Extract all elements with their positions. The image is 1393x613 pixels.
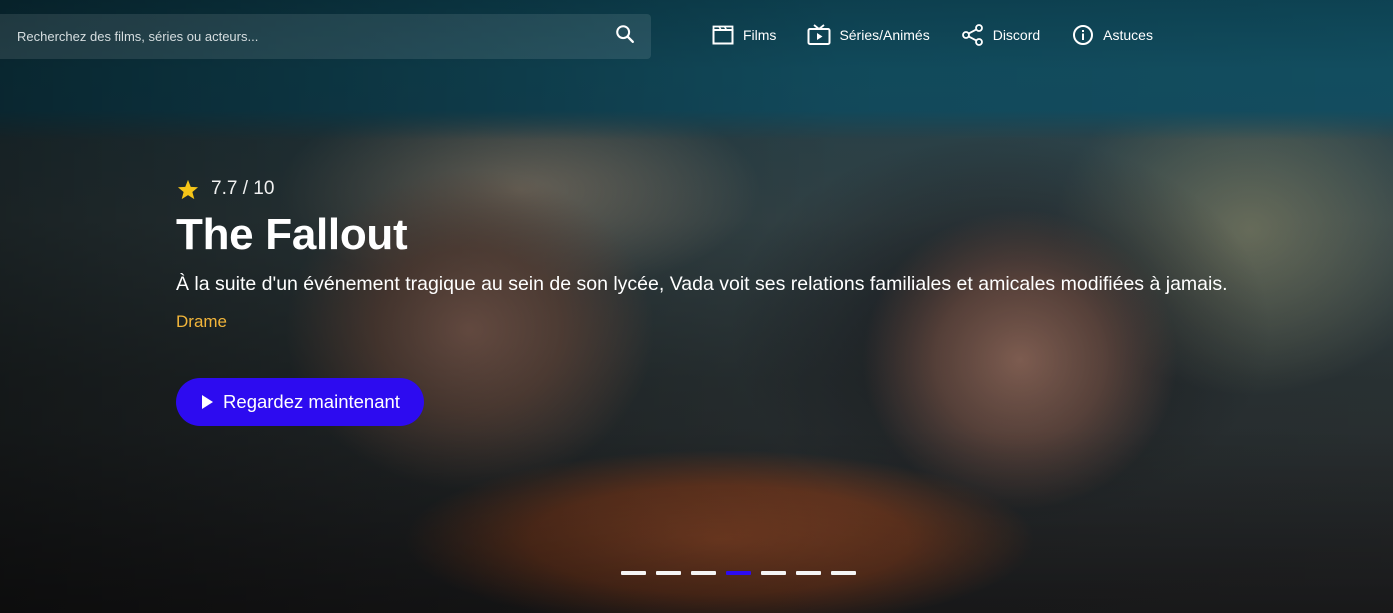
carousel-indicators <box>621 571 866 575</box>
carousel-dot[interactable] <box>796 571 821 575</box>
nav-label: Films <box>743 27 777 43</box>
play-icon <box>200 394 214 410</box>
star-icon <box>177 179 199 200</box>
rating-value: 7.7 / 10 <box>211 178 275 199</box>
movie-genre[interactable]: Drame <box>176 312 227 332</box>
rating: 7.7 / 10 <box>177 178 274 200</box>
search-icon <box>614 23 636 50</box>
watch-now-button[interactable]: Regardez maintenant <box>176 378 424 426</box>
nav-item-astuces[interactable]: Astuces <box>1071 23 1153 47</box>
nav-item-films[interactable]: Films <box>711 23 776 47</box>
film-clapper-icon <box>711 23 735 47</box>
search-input[interactable] <box>0 14 603 59</box>
nav-label: Séries/Animés <box>839 27 930 43</box>
info-icon <box>1071 23 1095 47</box>
carousel-dot[interactable] <box>831 571 856 575</box>
hero-banner: Films Séries/Animés Discord Astuces 7.7 … <box>0 0 1393 613</box>
nav-item-series[interactable]: Séries/Animés <box>807 23 930 47</box>
movie-title: The Fallout <box>176 210 408 259</box>
watch-now-label: Regardez maintenant <box>223 391 400 412</box>
movie-synopsis: À la suite d'un événement tragique au se… <box>176 273 1228 295</box>
carousel-dot[interactable] <box>656 571 681 575</box>
carousel-dot[interactable] <box>761 571 786 575</box>
tv-icon <box>807 23 831 47</box>
nav-label: Discord <box>992 27 1041 43</box>
share-icon <box>961 23 985 47</box>
hero-overlay <box>0 0 1393 613</box>
search-bar <box>0 14 651 59</box>
main-nav: Films Séries/Animés Discord Astuces <box>711 22 1184 48</box>
nav-label: Astuces <box>1103 27 1153 43</box>
search-button[interactable] <box>603 14 647 59</box>
nav-item-discord[interactable]: Discord <box>961 23 1040 47</box>
carousel-dot[interactable] <box>691 571 716 575</box>
carousel-dot[interactable] <box>726 571 751 575</box>
carousel-dot[interactable] <box>621 571 646 575</box>
